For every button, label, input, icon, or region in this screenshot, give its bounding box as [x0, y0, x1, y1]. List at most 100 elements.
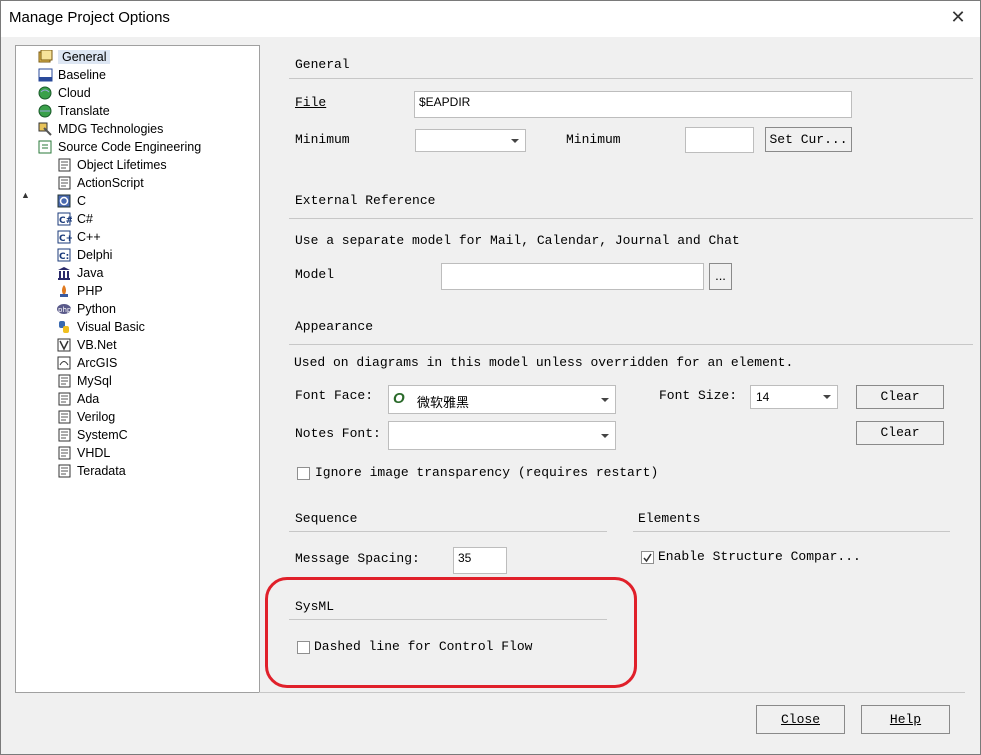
minimum-value-field[interactable] [685, 127, 754, 153]
tree-item-vhdl[interactable]: VHDL [57, 444, 110, 462]
tree-item-cloud[interactable]: Cloud [38, 84, 91, 102]
appearance-note: Used on diagrams in this model unless ov… [294, 355, 794, 370]
font-face-value: 微软雅黑 [417, 395, 470, 410]
tree-item-actionscript[interactable]: ActionScript [57, 174, 144, 192]
font-face-dropdown[interactable]: O 微软雅黑 [388, 385, 616, 414]
tree-item-delphi[interactable]: C: Delphi [57, 246, 112, 264]
section-elements-heading: Elements [638, 511, 701, 526]
font-size-value: 14 [756, 390, 770, 404]
object-lifetimes-icon [57, 158, 72, 172]
mdg-icon [38, 122, 53, 136]
translate-icon [38, 104, 53, 118]
tree-item-vbnet[interactable]: VB.Net [57, 336, 117, 354]
font-size-label: Font Size: [659, 388, 738, 403]
highlight-annotation [265, 577, 637, 688]
message-spacing-label: Message Spacing: [295, 551, 420, 566]
tree-item-teradata[interactable]: Teradata [57, 462, 126, 480]
svg-text:C:: C: [59, 252, 69, 262]
vbnet-icon [57, 338, 72, 352]
clear-font-button[interactable]: Clear [856, 385, 944, 409]
tree-item-visual-basic[interactable]: Visual Basic [57, 318, 145, 336]
browse-button[interactable]: ... [709, 263, 732, 290]
section-sequence-heading: Sequence [295, 511, 358, 526]
external-reference-note: Use a separate model for Mail, Calendar,… [295, 233, 740, 248]
title-bar: Manage Project Options ✕ [1, 1, 980, 37]
tree-item-source-code[interactable]: Source Code Engineering [38, 138, 201, 156]
svg-text:C+: C+ [59, 234, 72, 244]
dialog-window: Manage Project Options ✕ ▲ General Basel… [0, 0, 981, 755]
tree-item-ada[interactable]: Ada [57, 390, 99, 408]
general-icon [38, 49, 53, 64]
tree-item-verilog[interactable]: Verilog [57, 408, 115, 426]
notes-font-dropdown[interactable] [388, 421, 616, 450]
help-button[interactable]: Help [861, 705, 950, 734]
tree-item-cpp[interactable]: C+ C++ [57, 228, 101, 246]
chevron-down-icon [823, 395, 831, 399]
chevron-down-icon [511, 138, 519, 143]
teradata-icon [57, 464, 72, 478]
section-divider [289, 78, 973, 79]
font-size-dropdown[interactable]: 14 [750, 385, 838, 409]
tree-item-python[interactable]: php Python [57, 300, 116, 318]
svg-text:C#: C# [59, 216, 72, 226]
minimum-dropdown[interactable] [415, 129, 526, 152]
c-icon [57, 194, 72, 208]
section-external-reference-heading: External Reference [295, 193, 436, 208]
tree-item-mdg[interactable]: MDG Technologies [38, 120, 163, 138]
cloud-icon [38, 86, 53, 100]
tree-item-translate[interactable]: Translate [38, 102, 110, 120]
tree-item-baseline[interactable]: Baseline [38, 66, 106, 84]
source-code-icon [38, 140, 53, 154]
footer-divider [259, 692, 965, 693]
tree-item-php[interactable]: PHP [57, 282, 103, 300]
vhdl-icon [57, 446, 72, 460]
systemc-icon [57, 428, 72, 442]
message-spacing-field[interactable]: 35 [453, 547, 507, 574]
tree-item-object-lifetimes[interactable]: Object Lifetimes [57, 156, 167, 174]
opentype-font-icon: O [393, 390, 405, 407]
csharp-icon: C# [57, 212, 73, 226]
java-icon [57, 266, 72, 280]
svg-text:php: php [58, 306, 72, 314]
model-connection-field[interactable] [441, 263, 704, 290]
python-icon: php [57, 302, 72, 316]
close-window-icon[interactable]: ✕ [945, 4, 971, 30]
model-label: Model [295, 267, 335, 282]
tree-item-mysql[interactable]: MySql [57, 372, 112, 390]
options-tree[interactable]: ▲ General Baseline Cloud Translate MDG T… [15, 45, 260, 693]
baseline-icon [38, 68, 53, 82]
chevron-down-icon [601, 397, 609, 402]
font-face-label: Font Face: [295, 388, 374, 403]
arcgis-icon [57, 356, 72, 370]
php-icon [57, 284, 72, 298]
minimum-label-2: Minimum [566, 132, 621, 147]
minimum-label: Minimum [295, 132, 350, 147]
visual-basic-icon [57, 320, 72, 334]
clear-notes-font-button[interactable]: Clear [856, 421, 944, 445]
mysql-icon [57, 374, 72, 388]
tree-item-c[interactable]: C [57, 192, 86, 210]
file-label: File [295, 95, 327, 110]
tree-expander-icon[interactable]: ▲ [21, 190, 30, 200]
delphi-icon: C: [57, 248, 72, 262]
ignore-transparency-checkbox[interactable] [297, 467, 310, 480]
file-directory-field[interactable]: $EAPDIR [414, 91, 852, 118]
cpp-icon: C+ [57, 230, 73, 244]
actionscript-icon [57, 176, 72, 190]
tree-item-systemc[interactable]: SystemC [57, 426, 128, 444]
tree-item-arcgis[interactable]: ArcGIS [57, 354, 117, 372]
set-current-button[interactable]: Set Cur... [765, 127, 852, 152]
tree-item-general[interactable]: General [38, 48, 111, 66]
section-divider [633, 531, 950, 532]
tree-item-csharp[interactable]: C# C# [57, 210, 93, 228]
ignore-transparency-label: Ignore image transparency (requires rest… [315, 465, 659, 480]
window-title: Manage Project Options [9, 9, 170, 26]
structure-compare-checkbox[interactable] [641, 551, 654, 564]
section-divider [289, 344, 973, 345]
verilog-icon [57, 410, 72, 424]
tree-item-java[interactable]: Java [57, 264, 103, 282]
notes-font-label: Notes Font: [295, 426, 381, 441]
section-appearance-heading: Appearance [295, 319, 374, 334]
close-button[interactable]: Close [756, 705, 845, 734]
section-divider [289, 531, 607, 532]
